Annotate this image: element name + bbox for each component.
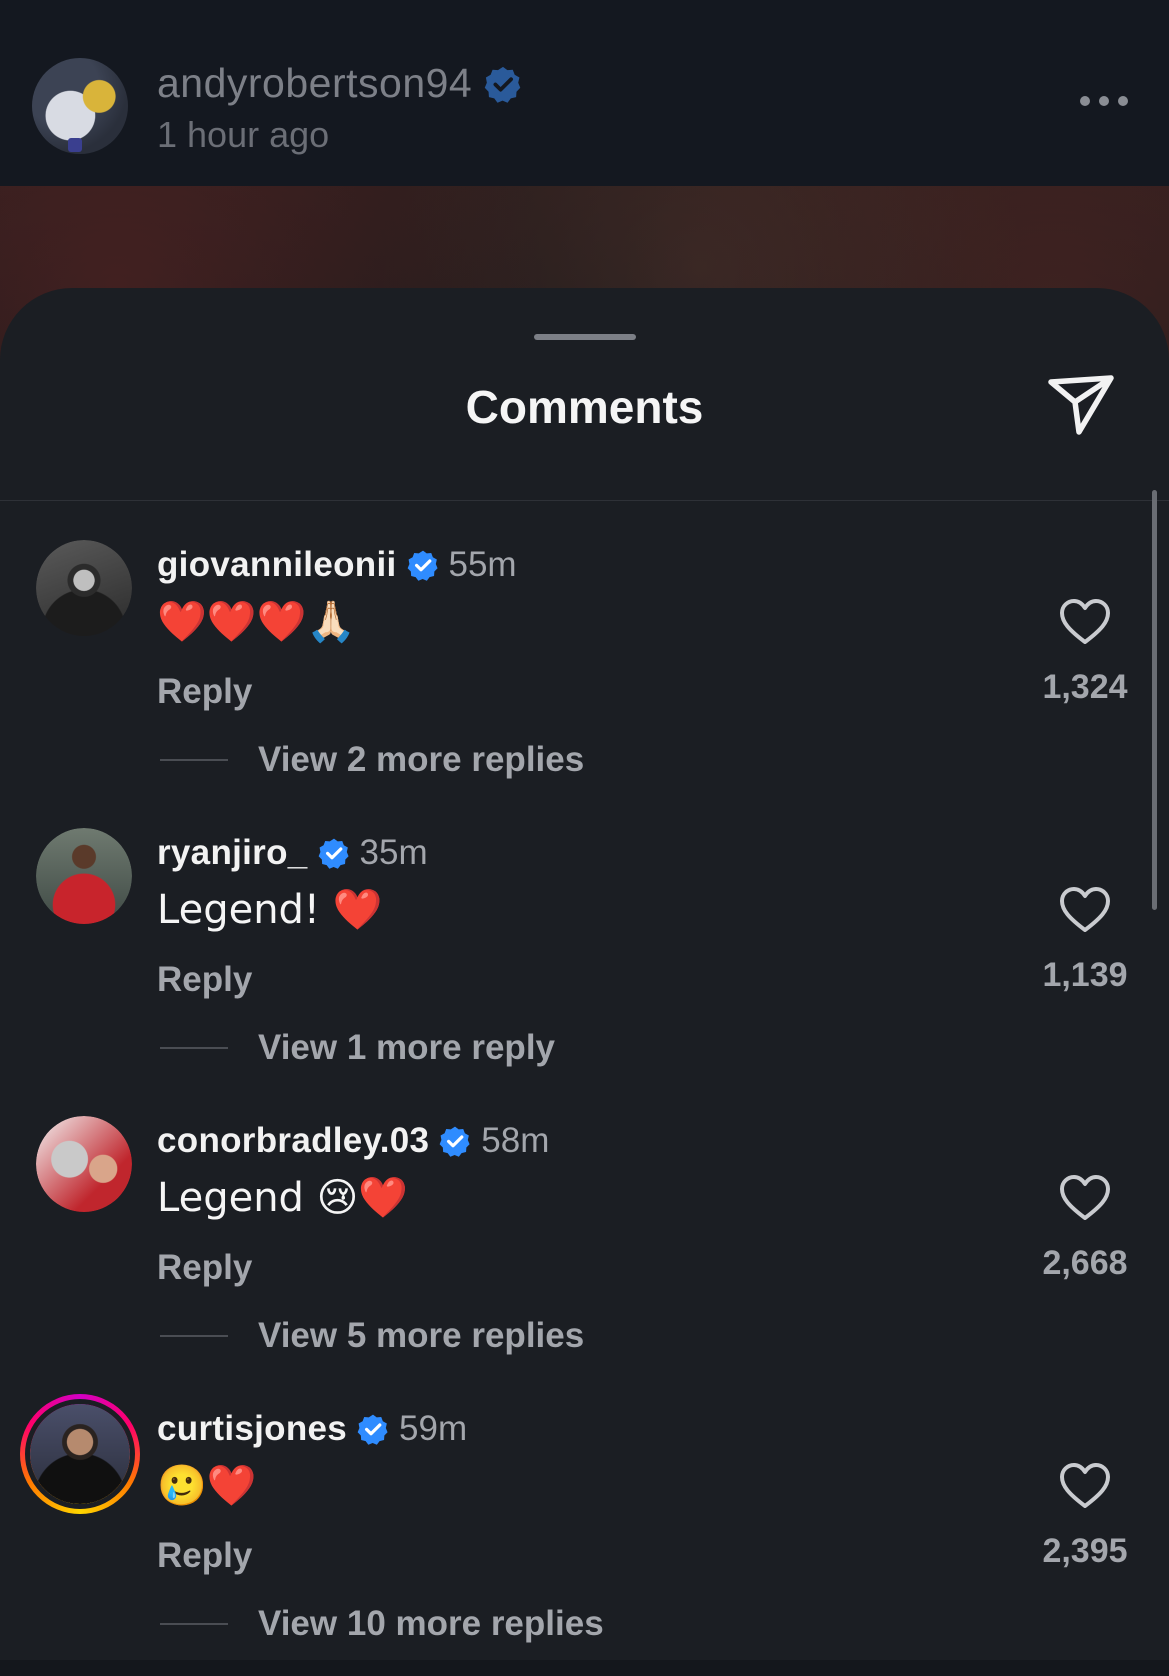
comment-item: curtisjones 59m 🥲❤️ Reply View 10 more r… <box>0 1394 1169 1676</box>
like-control: 2,395 <box>1020 1462 1150 1571</box>
commenter-avatar[interactable] <box>36 1116 132 1212</box>
view-replies-label: View 2 more replies <box>258 740 585 779</box>
commenter-username[interactable]: giovannileonii <box>157 545 397 585</box>
view-replies-link[interactable]: View 2 more replies <box>160 740 584 780</box>
post-timestamp: 1 hour ago <box>157 114 330 155</box>
replies-line <box>160 1335 228 1337</box>
like-control: 1,324 <box>1020 598 1150 707</box>
share-icon[interactable] <box>1045 372 1117 438</box>
like-count: 1,139 <box>1042 956 1128 994</box>
post-header: andyrobertson94 1 hour ago <box>0 0 1169 186</box>
heart-icon[interactable] <box>1059 1174 1111 1222</box>
replies-line <box>160 1623 228 1625</box>
view-replies-label: View 10 more replies <box>258 1604 604 1643</box>
like-control: 1,139 <box>1020 886 1150 995</box>
sheet-drag-handle[interactable] <box>534 334 636 340</box>
commenter-avatar-story-ring[interactable] <box>20 1394 140 1514</box>
comment-timestamp: 58m <box>481 1121 550 1160</box>
verified-badge-icon <box>439 1126 470 1157</box>
more-options-icon[interactable] <box>1080 96 1128 106</box>
replies-line <box>160 759 228 761</box>
verified-badge-icon <box>318 838 349 869</box>
commenter-username[interactable]: curtisjones <box>157 1409 347 1449</box>
comment-timestamp: 35m <box>359 833 428 872</box>
comment-text: ❤️❤️❤️🙏🏻 <box>157 599 357 645</box>
commenter-avatar[interactable] <box>36 540 132 636</box>
post-username[interactable]: andyrobertson94 <box>157 60 472 107</box>
heart-icon[interactable] <box>1059 886 1111 934</box>
verified-badge-icon <box>357 1414 388 1445</box>
view-replies-label: View 5 more replies <box>258 1316 585 1355</box>
view-replies-link[interactable]: View 5 more replies <box>160 1316 584 1356</box>
comment-item: ryanjiro_ 35m Legend! ❤️ Reply View 1 mo… <box>0 828 1169 1108</box>
reply-button[interactable]: Reply <box>157 1536 252 1576</box>
post-author-avatar[interactable] <box>32 58 128 154</box>
commenter-username[interactable]: ryanjiro_ <box>157 833 308 873</box>
comment-header: curtisjones 59m <box>157 1406 467 1452</box>
like-control: 2,668 <box>1020 1174 1150 1283</box>
like-count: 1,324 <box>1042 668 1128 706</box>
replies-line <box>160 1047 228 1049</box>
verified-badge-icon <box>407 550 438 581</box>
commenter-avatar[interactable] <box>36 828 132 924</box>
reply-button[interactable]: Reply <box>157 672 252 712</box>
view-replies-link[interactable]: View 1 more reply <box>160 1028 555 1068</box>
heart-icon[interactable] <box>1059 1462 1111 1510</box>
view-replies-link[interactable]: View 10 more replies <box>160 1604 604 1644</box>
comment-text: Legend 😢❤️ <box>157 1175 409 1221</box>
like-count: 2,395 <box>1042 1532 1128 1570</box>
sheet-title: Comments <box>465 381 704 433</box>
comment-timestamp: 55m <box>448 545 517 584</box>
comment-header: ryanjiro_ 35m <box>157 830 428 876</box>
commenter-username[interactable]: conorbradley.03 <box>157 1121 429 1161</box>
comment-text: 🥲❤️ <box>157 1463 257 1509</box>
verified-badge-icon <box>484 66 521 103</box>
comment-text: Legend! ❤️ <box>157 887 383 933</box>
reply-button[interactable]: Reply <box>157 960 252 1000</box>
comment-timestamp: 59m <box>399 1409 468 1448</box>
post-author[interactable]: andyrobertson94 <box>157 60 522 107</box>
reply-button[interactable]: Reply <box>157 1248 252 1288</box>
view-replies-label: View 1 more reply <box>258 1028 556 1067</box>
bottom-edge <box>0 1660 1169 1676</box>
comment-header: giovannileonii 55m <box>157 542 517 588</box>
comment-header: conorbradley.03 58m <box>157 1118 549 1164</box>
comment-item: conorbradley.03 58m Legend 😢❤️ Reply Vie… <box>0 1116 1169 1396</box>
heart-icon[interactable] <box>1059 598 1111 646</box>
like-count: 2,668 <box>1042 1244 1128 1282</box>
comment-item: giovannileonii 55m ❤️❤️❤️🙏🏻 Reply View 2… <box>0 540 1169 820</box>
header-divider <box>0 500 1169 501</box>
